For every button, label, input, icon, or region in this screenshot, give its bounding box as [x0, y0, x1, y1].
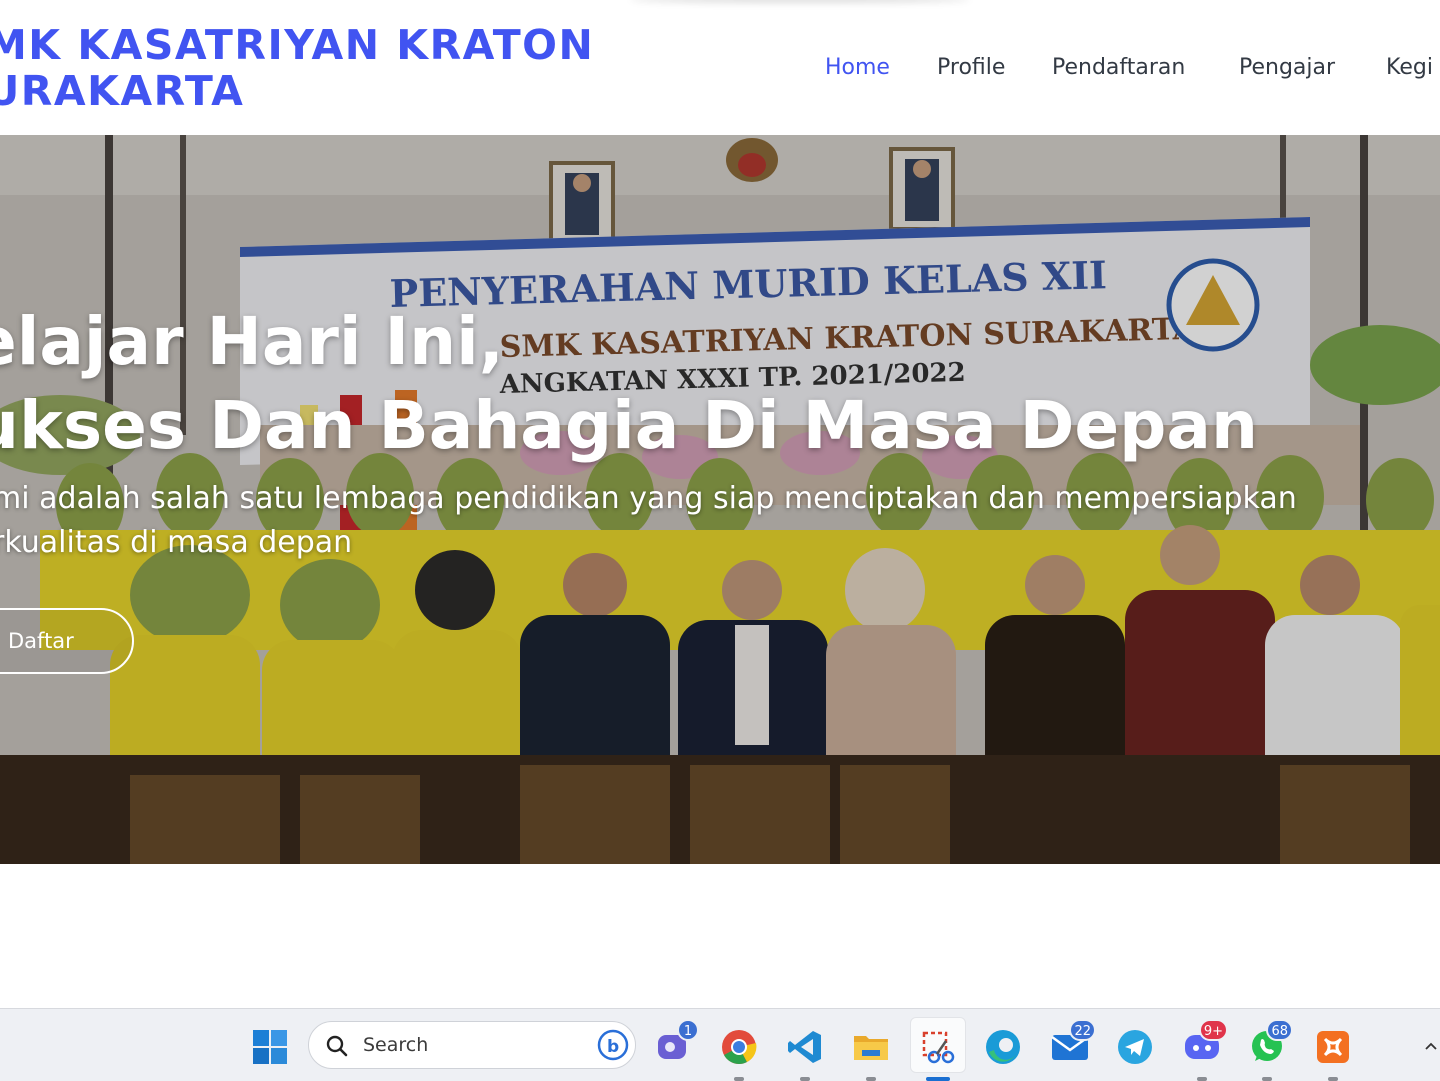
- search-icon: [326, 1035, 348, 1057]
- nav-profile[interactable]: Profile: [937, 53, 1005, 83]
- discord-running-indicator: [1197, 1077, 1207, 1081]
- mail-badge: 22: [1069, 1019, 1096, 1041]
- site-header: MK KASATRIYAN KRATON URAKARTA Home Profi…: [0, 0, 1440, 135]
- hero-title-line1: elajar Hari Ini,: [0, 303, 504, 380]
- vscode-icon[interactable]: [785, 1027, 825, 1081]
- daftar-button[interactable]: Daftar: [0, 608, 134, 674]
- xampp-running-indicator: [1328, 1077, 1338, 1081]
- hero-section: PENYERAHAN MURID KELAS XII SMK KASATRIYA…: [0, 135, 1440, 864]
- hero-subtitle: mi adalah salah satu lembaga pendidikan …: [0, 477, 1297, 565]
- teams-badge: 1: [677, 1019, 699, 1041]
- hero-title: elajar Hari Ini, ukses Dan Bahagia Di Ma…: [0, 300, 1258, 468]
- vscode-running-indicator: [800, 1077, 810, 1081]
- edge-icon[interactable]: [983, 1027, 1023, 1067]
- hero-subtitle-line2: rkualitas di masa depan: [0, 525, 353, 560]
- snipping-tool-icon[interactable]: [918, 1027, 958, 1081]
- hero-subtitle-line1: mi adalah salah satu lembaga pendidikan …: [0, 481, 1297, 516]
- snipping-running-indicator: [926, 1077, 950, 1081]
- whatsapp-icon[interactable]: 68: [1247, 1019, 1293, 1081]
- telegram-icon[interactable]: [1115, 1027, 1155, 1067]
- explorer-running-indicator: [866, 1077, 876, 1081]
- chrome-running-indicator: [734, 1077, 744, 1081]
- start-icon[interactable]: [250, 1027, 290, 1067]
- windows-taskbar: Search b 1 22 9+ 68: [0, 1008, 1440, 1081]
- chrome-icon[interactable]: [719, 1027, 759, 1081]
- nav-pendaftaran[interactable]: Pendaftaran: [1052, 53, 1185, 83]
- nav-kegiatan[interactable]: Kegi: [1386, 53, 1433, 83]
- discord-badge: 9+: [1198, 1019, 1228, 1041]
- nav-pengajar[interactable]: Pengajar: [1239, 53, 1335, 83]
- whatsapp-badge: 68: [1266, 1019, 1293, 1041]
- mail-icon[interactable]: 22: [1050, 1019, 1096, 1067]
- svg-text:b: b: [607, 1037, 619, 1057]
- site-logo-line1: MK KASATRIYAN KRATON: [0, 21, 595, 69]
- xampp-icon[interactable]: [1313, 1027, 1353, 1081]
- chevron-up-icon[interactable]: [1422, 1027, 1440, 1067]
- discord-icon[interactable]: 9+: [1182, 1019, 1228, 1081]
- bing-icon[interactable]: b: [597, 1029, 629, 1061]
- search-placeholder: Search: [363, 1034, 429, 1056]
- file-explorer-icon[interactable]: [851, 1027, 891, 1081]
- hero-title-line2: ukses Dan Bahagia Di Masa Depan: [0, 387, 1258, 464]
- nav-home[interactable]: Home: [825, 53, 890, 83]
- taskbar-search[interactable]: Search b: [308, 1021, 636, 1069]
- site-logo[interactable]: MK KASATRIYAN KRATON URAKARTA: [0, 22, 594, 114]
- whatsapp-running-indicator: [1262, 1077, 1272, 1081]
- teams-icon[interactable]: 1: [653, 1019, 699, 1067]
- site-logo-line2: URAKARTA: [0, 67, 245, 115]
